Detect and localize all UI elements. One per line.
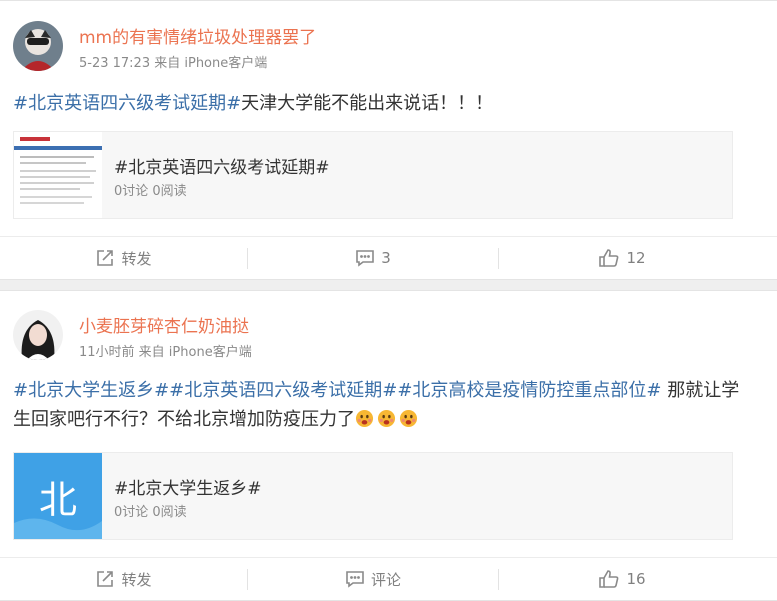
topic-link[interactable]: #北京英语四六级考试延期# [13, 93, 241, 114]
worried-face-emoji [377, 409, 396, 428]
topic-link[interactable]: #北京高校是疫情防控重点部位# [397, 380, 661, 401]
thumbs-up-icon [599, 249, 619, 267]
repost-label: 转发 [121, 570, 152, 589]
weibo-post-card: 小麦胚芽碎杏仁奶油挞 11小时前 来自 iPhone客户端 #北京大学生返乡##… [0, 290, 777, 601]
post-text: #北京英语四六级考试延期#天津大学能不能出来说话！！！ [13, 89, 743, 118]
action-bar: 转发 评论 16 [0, 557, 777, 601]
post-meta[interactable]: 5-23 17:23 来自 iPhone客户端 [79, 52, 267, 71]
topic-card-title[interactable]: #北京英语四六级考试延期# [114, 153, 330, 178]
topic-thumbnail-char: 北 [38, 477, 77, 522]
post-text: #北京大学生返乡##北京英语四六级考试延期##北京高校是疫情防控重点部位# 那就… [13, 376, 743, 434]
topic-card-stats: 0讨论 0阅读 [114, 184, 187, 199]
weibo-post-card: mm的有害情绪垃圾处理器罢了 5-23 17:23 来自 iPhone客户端 #… [0, 0, 777, 280]
comment-button[interactable]: 3 [248, 237, 498, 279]
avatar[interactable] [13, 21, 63, 71]
comment-icon [346, 571, 364, 588]
worried-face-emoji [355, 409, 374, 428]
comment-count: 3 [381, 249, 391, 267]
share-icon [97, 250, 114, 266]
like-button[interactable]: 12 [499, 237, 745, 279]
like-button[interactable]: 16 [499, 558, 745, 600]
thumbs-up-icon [599, 570, 619, 588]
post-meta[interactable]: 11小时前 来自 iPhone客户端 [79, 341, 252, 360]
author-name[interactable]: 小麦胚芽碎杏仁奶油挞 [79, 312, 249, 337]
comment-label: 评论 [370, 570, 401, 589]
worried-face-emoji [399, 409, 418, 428]
post-body: 天津大学能不能出来说话！！！ [241, 93, 494, 114]
avatar[interactable] [13, 310, 63, 360]
topic-card-title[interactable]: #北京大学生返乡# [114, 474, 262, 499]
action-bar: 转发 3 12 [0, 236, 777, 280]
like-count: 16 [626, 570, 646, 588]
share-icon [97, 571, 114, 587]
repost-button[interactable]: 转发 [0, 558, 247, 600]
comment-icon [356, 250, 375, 267]
topic-thumbnail: 北 [14, 453, 102, 539]
topic-card[interactable]: 北 #北京大学生返乡# 0讨论 0阅读 [13, 452, 733, 540]
like-count: 12 [626, 249, 646, 267]
repost-label: 转发 [121, 249, 152, 268]
topic-link[interactable]: #北京大学生返乡# [13, 380, 169, 401]
author-name[interactable]: mm的有害情绪垃圾处理器罢了 [79, 23, 316, 48]
topic-card[interactable]: #北京英语四六级考试延期# 0讨论 0阅读 [13, 131, 733, 219]
comment-button[interactable]: 评论 [248, 558, 498, 600]
topic-link[interactable]: #北京英语四六级考试延期# [169, 380, 397, 401]
topic-thumbnail [14, 132, 102, 218]
repost-button[interactable]: 转发 [0, 237, 247, 279]
topic-card-stats: 0讨论 0阅读 [114, 505, 187, 520]
